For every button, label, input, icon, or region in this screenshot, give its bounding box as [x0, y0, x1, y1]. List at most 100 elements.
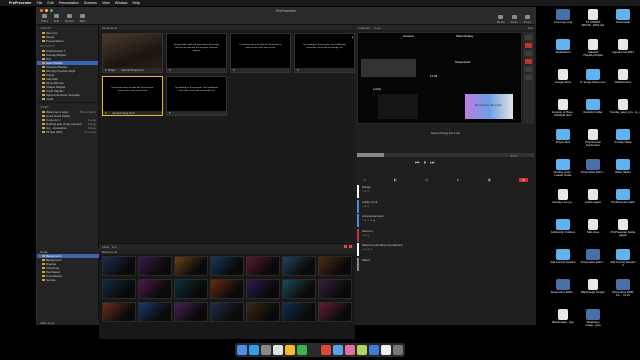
dock-app-icon[interactable]	[261, 345, 271, 355]
media-thumbnail[interactable]	[246, 256, 280, 276]
live-preview[interactable]: Camera Slide Display Streamlook 11:03 Lo…	[357, 32, 522, 124]
video-input-label[interactable]: Video Input	[37, 320, 99, 325]
reflow-button[interactable]: Reflow	[65, 14, 74, 23]
show-mode[interactable]: Show	[102, 245, 109, 249]
slide-thumbnail[interactable]: Seasons fade, winds will blow, hearts wi…	[166, 33, 227, 73]
dock-app-icon[interactable]	[309, 345, 319, 355]
desktop-icon[interactable]: Agenda Oct 2021	[610, 39, 636, 54]
dock-app-icon[interactable]	[321, 345, 331, 355]
menu-window[interactable]: Window	[115, 1, 128, 5]
playback-progress[interactable]	[357, 153, 534, 157]
slide-thumbnail[interactable]: I have been lost in the dark but You fou…	[102, 76, 163, 116]
dock-app-icon[interactable]	[369, 345, 379, 355]
bible-button[interactable]: Bible	[80, 14, 86, 23]
screen-thumb[interactable]	[525, 75, 532, 80]
desktop-icon[interactable]: Affidavit.docx	[610, 69, 636, 84]
desktop-icon[interactable]: Salt Control Session 2	[610, 249, 636, 267]
stage-tab[interactable]: Stage	[374, 26, 381, 30]
desktop-icon[interactable]: Blackmagic Design	[580, 279, 606, 294]
screen-thumb[interactable]	[525, 35, 532, 40]
media-thumbnail[interactable]	[138, 279, 172, 299]
slide-thumbnail[interactable]: I have been lost in the dark but You fou…	[230, 33, 291, 73]
previous-icon[interactable]: ⏮	[415, 160, 420, 166]
desktop-icon[interactable]: Fellowship Outlines	[550, 219, 576, 234]
media-thumbnail[interactable]	[174, 302, 208, 322]
edit-button[interactable]: Edit	[54, 14, 59, 23]
cue-item[interactable]: Sermon ♪ ⊕ ◫	[357, 228, 534, 242]
desktop-icon[interactable]: Propresenter Guide.docx	[580, 129, 606, 147]
menu-presentation[interactable]: Presentation	[59, 1, 79, 5]
show-button[interactable]: Show	[41, 14, 48, 23]
dock-app-icon[interactable]	[237, 345, 247, 355]
audio-clear-icon[interactable]: ♫	[363, 178, 366, 182]
audio-button[interactable]: Audio	[511, 15, 518, 24]
screen-thumb[interactable]	[525, 67, 532, 72]
dock-app-icon[interactable]	[273, 345, 283, 355]
menu-view[interactable]: View	[102, 1, 110, 5]
menu-edit[interactable]: Edit	[47, 1, 53, 5]
props-button[interactable]: Props	[524, 15, 531, 24]
dock-app-icon[interactable]	[381, 345, 391, 355]
dock-app-icon[interactable]	[285, 345, 295, 355]
desktop-icon[interactable]: Catalyst Playlist.pro6pla	[580, 39, 606, 57]
media-thumbnail[interactable]	[174, 279, 208, 299]
screen-thumb[interactable]	[525, 51, 532, 56]
media-thumbnail[interactable]	[210, 256, 244, 276]
audience-tab[interactable]: Audience	[358, 26, 370, 30]
desktop-icon[interactable]: Sunday slides	[610, 129, 636, 144]
dock-app-icon[interactable]	[357, 345, 367, 355]
menu-help[interactable]: Help	[132, 1, 139, 5]
media-thumbnail[interactable]	[138, 302, 172, 322]
messages-icon[interactable]: ➤	[456, 178, 459, 182]
props-clear-icon[interactable]: ◧	[394, 178, 397, 182]
media-thumbnail[interactable]	[102, 279, 136, 299]
desktop-icon[interactable]: Desktop Folder	[580, 99, 606, 114]
record-thumb[interactable]	[525, 59, 532, 64]
cue-item[interactable]: Announcements ♪ ⊕ ◫ ⊖ ◉	[357, 214, 534, 227]
desktop-icon[interactable]: Screenshot 2020-10-... 11.21	[610, 279, 636, 297]
desktop-icon[interactable]: WhatsApp Image...jpeg	[580, 309, 606, 327]
cue-item[interactable]: Macro	[357, 257, 534, 271]
record-thumb[interactable]	[525, 43, 532, 48]
cue-item[interactable]: Welcome (Ending Countdown) ♪ ⊕ ◫ ⊖	[357, 243, 534, 256]
dock-app-icon[interactable]	[297, 345, 307, 355]
slide-thumbnail[interactable]: I'm standing on Your promise, Your faith…	[166, 76, 227, 116]
desktop-icon[interactable]: Screenshot 2021-...	[580, 159, 606, 174]
cue-item[interactable]: Songs ♪ ⊕ ◫	[357, 185, 534, 198]
media-thumbnail[interactable]	[318, 279, 352, 299]
media-button[interactable]: Media	[497, 15, 505, 24]
menu-file[interactable]: File	[37, 1, 43, 5]
desktop-icon[interactable]: Screenshot 2021-...	[580, 249, 606, 264]
media-thumbnail[interactable]	[282, 256, 316, 276]
desktop-icon[interactable]: Lights pages	[580, 189, 606, 204]
desktop-icon[interactable]: Screenshot 2020-...	[550, 279, 576, 294]
media-thumbnail[interactable]	[246, 302, 280, 322]
media-thumbnail[interactable]	[102, 256, 136, 276]
playlist-item[interactable]: Youth	[37, 97, 98, 101]
desktop-icon[interactable]: Downloads	[610, 9, 636, 24]
desktop-icon[interactable]: 8. Songs Setup.mov	[580, 69, 606, 84]
media-folder[interactable]: Sunday	[37, 278, 99, 282]
dock-app-icon[interactable]	[333, 345, 343, 355]
menu-screens[interactable]: Screens	[84, 1, 97, 5]
cue-item[interactable]: Lobby Cont ♪ ⊕ ◫	[357, 199, 534, 213]
media-thumbnail[interactable]	[318, 302, 352, 322]
dock-app-icon[interactable]	[345, 345, 355, 355]
zoom-level[interactable]: 6 to	[112, 245, 117, 249]
media-thumbnail[interactable]	[102, 302, 136, 322]
slide-thumbnail[interactable]: 6. Songs Second Song Cnt 2	[102, 33, 163, 73]
playlist-entry[interactable]: 29 Sep 2021 Sermons	[37, 130, 98, 134]
dock-app-icon[interactable]	[393, 345, 403, 355]
timer-icon[interactable]: ◷	[425, 178, 428, 182]
menu-app-name[interactable]: ProPresenter	[9, 1, 32, 5]
desktop-icon[interactable]: Sunday_apex_pm...ny_slide...2018.zip	[610, 99, 640, 114]
desktop-icon[interactable]: ST. MARKS WHITE...2016.dss	[580, 9, 606, 27]
clear-all-icon[interactable]: ✕	[519, 178, 528, 182]
slide-thumbnail[interactable]: I'm standing on Your promise, Your faith…	[294, 33, 355, 73]
desktop-icon[interactable]: ProPresenter Guide pages	[610, 219, 636, 237]
media-thumbnail[interactable]	[318, 256, 352, 276]
media-thumbnail[interactable]	[282, 302, 316, 322]
next-icon[interactable]: ⏭	[430, 160, 435, 166]
desktop-icon[interactable]: Blackmagic...pkg	[550, 309, 576, 324]
desktop-icon[interactable]: Elster Slides	[610, 159, 636, 174]
